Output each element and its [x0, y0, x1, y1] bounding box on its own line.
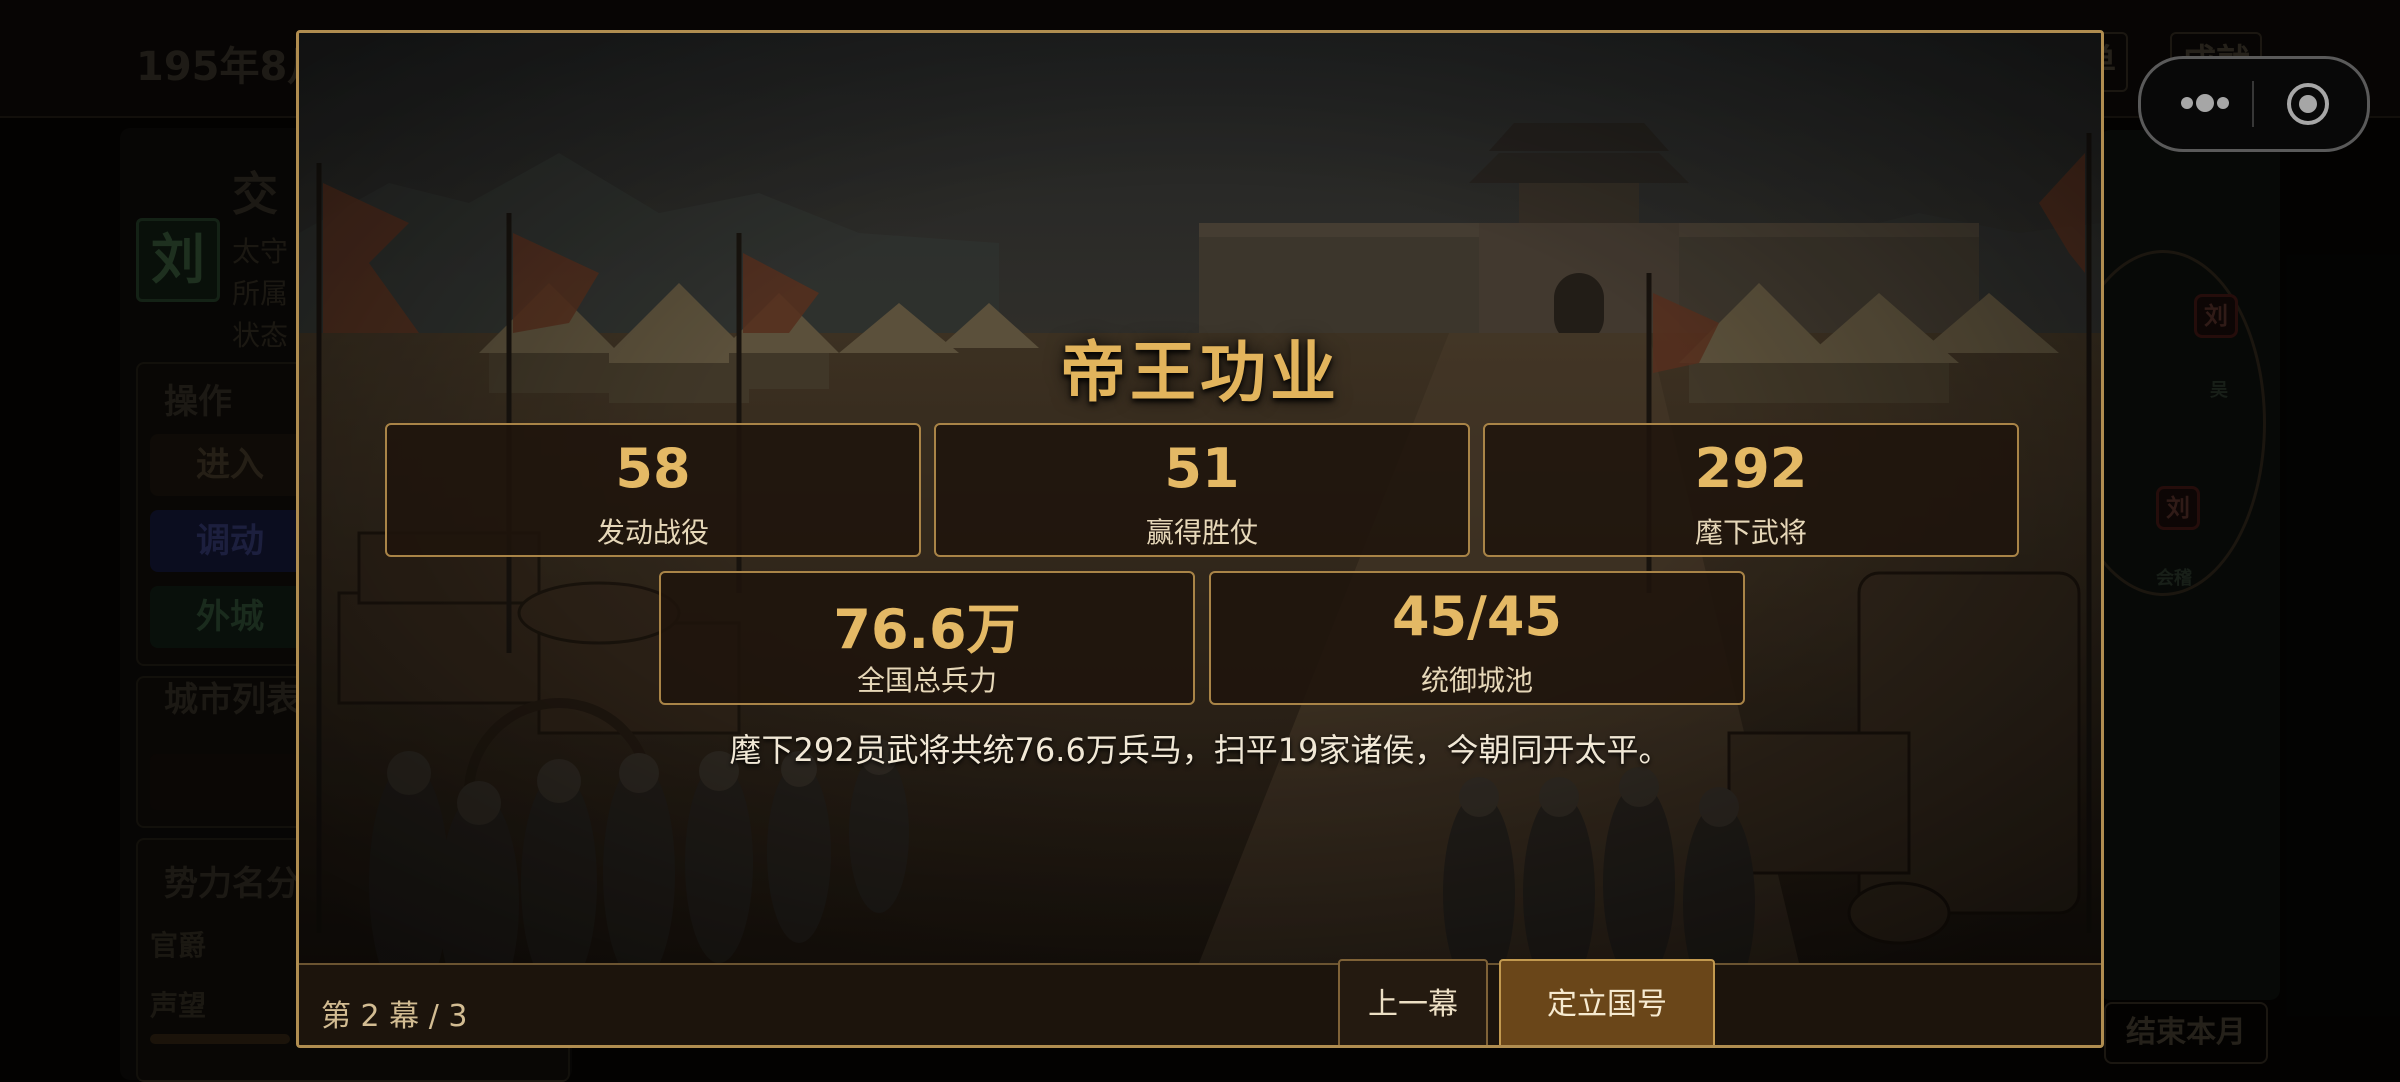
- stat-card-troops: 76.6万 全国总兵力: [659, 571, 1195, 705]
- stat-label: 赢得胜仗: [1145, 516, 1258, 549]
- stat-value: 51: [1164, 437, 1240, 500]
- stat-card-campaigns: 58 发动战役: [385, 423, 921, 557]
- stat-card-generals: 292 麾下武将: [1483, 423, 2019, 557]
- establish-dynasty-button[interactable]: 定立国号: [1499, 959, 1715, 1045]
- dialog-title: 帝王功业: [1060, 334, 1340, 411]
- stat-card-cities: 45/45 统御城池: [1209, 571, 1745, 705]
- stat-value: 292: [1694, 437, 1808, 500]
- stat-label: 麾下武将: [1694, 516, 1807, 549]
- stat-label: 发动战役: [596, 516, 709, 549]
- page-indicator: 第 2 幕 / 3: [321, 999, 468, 1034]
- stat-value: 76.6万: [833, 598, 1021, 661]
- summary-text: 麾下292员武将共统76.6万兵马，扫平19家诸侯，今朝同开太平。: [729, 731, 1671, 769]
- stat-value: 58: [615, 437, 691, 500]
- previous-scene-button[interactable]: 上一幕: [1338, 959, 1488, 1045]
- stat-label: 统御城池: [1420, 664, 1533, 697]
- stat-value: 45/45: [1391, 585, 1562, 648]
- achievement-dialog: 帝王功业 58 发动战役 51 赢得胜仗 292 麾下武将 76.6万 全国总兵…: [296, 30, 2104, 1048]
- stat-label: 全国总兵力: [856, 664, 997, 697]
- stat-card-victories: 51 赢得胜仗: [934, 423, 1470, 557]
- dialog-footer: 第 2 幕 / 3 上一幕 定立国号: [299, 959, 2101, 1045]
